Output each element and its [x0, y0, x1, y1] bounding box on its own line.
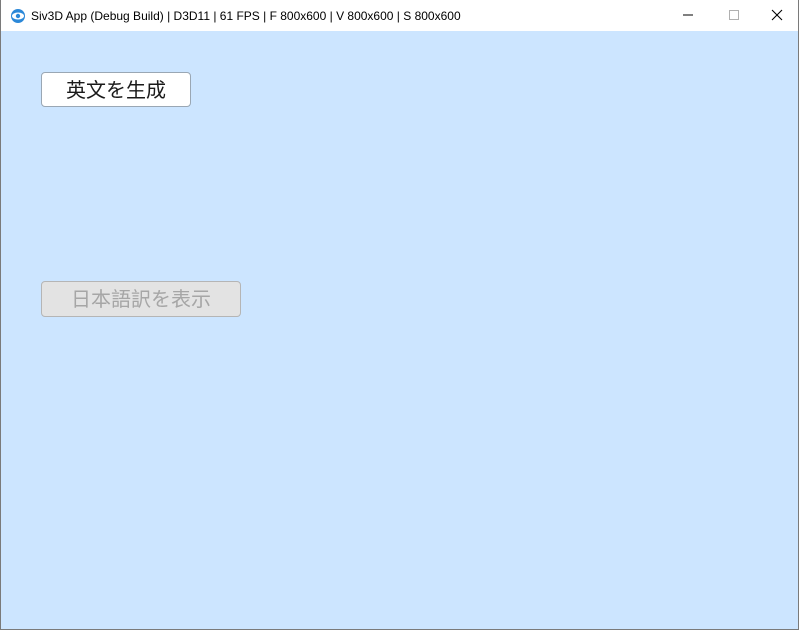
minimize-icon: [682, 6, 694, 25]
maximize-button[interactable]: [711, 0, 757, 31]
maximize-icon: [728, 6, 740, 25]
close-icon: [771, 6, 783, 25]
siv3d-app-icon: [10, 8, 26, 24]
show-translation-label: 日本語訳を表示: [71, 287, 211, 311]
title-bar[interactable]: Siv3D App (Debug Build) | D3D11 | 61 FPS…: [1, 0, 798, 31]
generate-sentence-button[interactable]: 英文を生成: [41, 72, 191, 107]
show-translation-button[interactable]: 日本語訳を表示: [41, 281, 241, 317]
app-canvas: 英文を生成 日本語訳を表示: [1, 31, 798, 629]
generate-sentence-label: 英文を生成: [66, 77, 166, 102]
close-button[interactable]: [754, 0, 799, 31]
window-title: Siv3D App (Debug Build) | D3D11 | 61 FPS…: [31, 9, 461, 23]
minimize-button[interactable]: [665, 0, 711, 31]
app-window: Siv3D App (Debug Build) | D3D11 | 61 FPS…: [0, 0, 799, 630]
